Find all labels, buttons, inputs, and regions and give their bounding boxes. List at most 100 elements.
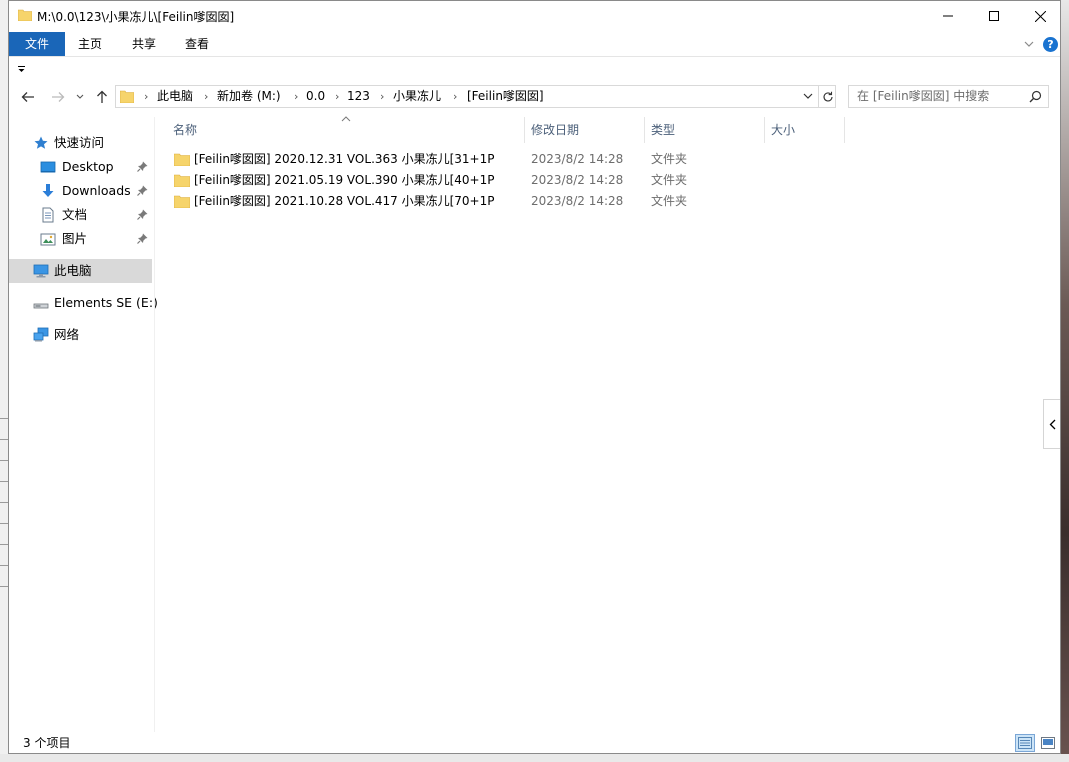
arrow-up-icon <box>97 90 107 103</box>
folder-icon <box>18 9 32 21</box>
quick-access-toolbar-icon[interactable] <box>17 64 27 74</box>
column-divider[interactable] <box>524 117 525 143</box>
pictures-icon <box>40 233 56 246</box>
file-name: [Feilin嗲囡囡] 2021.10.28 VOL.417 小果冻儿[70+1… <box>194 194 495 208</box>
nav-label: 网络 <box>54 327 80 342</box>
tab-home[interactable]: 主页 <box>67 32 113 56</box>
nav-label: Desktop <box>62 159 114 174</box>
nav-item-desktop[interactable]: Desktop <box>9 155 152 179</box>
column-header-size[interactable]: 大小 <box>771 117 795 143</box>
search-input[interactable]: 在 [Feilin嗲囡囡] 中搜索 <box>848 85 1049 108</box>
nav-item-quick-access[interactable]: 快速访问 <box>9 131 152 155</box>
tab-view[interactable]: 查看 <box>174 32 220 56</box>
column-header-name[interactable]: 名称 <box>173 117 197 143</box>
breadcrumb-0-0[interactable]: 0.0 <box>306 86 325 107</box>
search-placeholder: 在 [Feilin嗲囡囡] 中搜索 <box>857 89 990 103</box>
desktop-background-left-lines <box>0 400 8 590</box>
desktop-icon <box>40 161 56 173</box>
breadcrumb-current-folder[interactable]: [Feilin嗲囡囡] <box>467 86 544 107</box>
column-divider[interactable] <box>764 117 765 143</box>
column-header-type[interactable]: 类型 <box>651 117 675 143</box>
up-button[interactable] <box>91 86 113 108</box>
arrow-right-icon <box>52 92 65 102</box>
document-icon <box>42 207 54 223</box>
nav-item-elements-drive[interactable]: Elements SE (E:) <box>9 291 158 315</box>
recent-locations-button[interactable] <box>73 86 87 108</box>
nav-item-documents[interactable]: 文档 <box>9 203 152 227</box>
forward-button[interactable] <box>47 86 69 108</box>
nav-label: Downloads <box>62 183 131 198</box>
pin-icon[interactable] <box>137 161 148 172</box>
breadcrumb-separator: › <box>144 90 149 103</box>
large-icons-view-icon <box>1041 737 1055 749</box>
breadcrumb-separator[interactable]: › <box>204 86 208 107</box>
chevron-down-icon[interactable] <box>1022 38 1036 50</box>
maximize-icon <box>989 11 999 21</box>
table-row[interactable]: [Feilin嗲囡囡] 2021.10.28 VOL.417 小果冻儿[70+1… <box>156 191 856 212</box>
breadcrumb-separator[interactable]: › <box>294 86 298 107</box>
breadcrumb-this-pc[interactable]: 此电脑 <box>157 86 193 107</box>
nav-item-downloads[interactable]: Downloads <box>9 179 152 203</box>
minimize-button[interactable] <box>925 1 971 31</box>
drive-icon <box>33 303 49 309</box>
ribbon-tabs: 文件 主页 共享 查看 ? <box>9 32 1060 57</box>
help-button[interactable]: ? <box>1043 37 1058 52</box>
arrow-left-icon <box>21 92 34 102</box>
search-icon[interactable] <box>1029 90 1042 103</box>
pin-icon[interactable] <box>137 233 148 244</box>
status-bar: 3 个项目 <box>9 732 1060 753</box>
pane-divider[interactable] <box>154 117 155 732</box>
tab-share[interactable]: 共享 <box>121 32 167 56</box>
folder-icon <box>120 90 134 103</box>
maximize-button[interactable] <box>971 1 1017 31</box>
column-header-date[interactable]: 修改日期 <box>531 117 579 143</box>
column-divider[interactable] <box>844 117 845 143</box>
explorer-window: M:\0.0\123\小果冻儿\[Feilin嗲囡囡] 文件 主页 共享 查看 … <box>8 0 1061 754</box>
pin-icon[interactable] <box>137 185 148 196</box>
close-button[interactable] <box>1017 1 1060 31</box>
star-icon <box>34 136 48 149</box>
file-name: [Feilin嗲囡囡] 2021.05.19 VOL.390 小果冻儿[40+1… <box>194 173 495 187</box>
file-type: 文件夹 <box>651 194 688 208</box>
back-button[interactable] <box>17 86 39 108</box>
column-divider[interactable] <box>644 117 645 143</box>
file-name: [Feilin嗲囡囡] 2020.12.31 VOL.363 小果冻儿[31+1… <box>194 152 495 166</box>
folder-icon <box>174 195 190 208</box>
pin-icon[interactable] <box>137 209 148 220</box>
nav-item-pictures[interactable]: 图片 <box>9 227 152 251</box>
navigation-pane: 快速访问 Desktop Downloads 文档 图片 此电脑 Element… <box>9 117 158 732</box>
file-date: 2023/8/2 14:28 <box>531 194 624 208</box>
desktop-background-left <box>0 0 8 762</box>
nav-item-network[interactable]: 网络 <box>9 323 152 347</box>
title-bar[interactable]: M:\0.0\123\小果冻儿\[Feilin嗲囡囡] <box>9 1 1060 31</box>
chevron-down-icon <box>76 94 84 99</box>
file-type: 文件夹 <box>651 152 688 166</box>
breadcrumb-volume[interactable]: 新加卷 (M:) <box>217 86 281 107</box>
breadcrumb-separator[interactable]: › <box>335 86 339 107</box>
address-bar[interactable]: › 此电脑 › 新加卷 (M:) › 0.0 › 123 › 小果冻儿 › [F… <box>115 85 836 108</box>
chevron-down-icon[interactable] <box>802 90 814 102</box>
file-type: 文件夹 <box>651 173 688 187</box>
breadcrumb-123[interactable]: 123 <box>347 86 370 107</box>
computer-icon <box>33 264 49 278</box>
nav-label: 此电脑 <box>54 263 92 278</box>
table-row[interactable]: [Feilin嗲囡囡] 2021.05.19 VOL.390 小果冻儿[40+1… <box>156 170 856 191</box>
nav-label: 文档 <box>62 207 88 222</box>
details-view-button[interactable] <box>1015 734 1035 752</box>
nav-item-this-pc[interactable]: 此电脑 <box>9 259 152 283</box>
breadcrumb-separator[interactable]: › <box>380 86 384 107</box>
details-view-icon <box>1018 737 1032 749</box>
desktop-background-bottom <box>0 754 1069 762</box>
tab-file[interactable]: 文件 <box>9 32 65 56</box>
preview-pane-toggle[interactable] <box>1043 399 1060 449</box>
nav-label: 图片 <box>62 231 88 246</box>
breadcrumb-separator[interactable]: › <box>453 86 457 107</box>
desktop-background-right <box>1061 0 1069 762</box>
column-header-row: 名称 修改日期 类型 大小 <box>156 116 1046 143</box>
table-row[interactable]: [Feilin嗲囡囡] 2020.12.31 VOL.363 小果冻儿[31+1… <box>156 149 856 170</box>
nav-label: 快速访问 <box>54 135 105 150</box>
breadcrumb-xiaoguodonger[interactable]: 小果冻儿 <box>393 86 441 107</box>
download-icon <box>42 184 54 197</box>
large-icons-view-button[interactable] <box>1039 734 1057 752</box>
refresh-button[interactable] <box>818 86 836 107</box>
